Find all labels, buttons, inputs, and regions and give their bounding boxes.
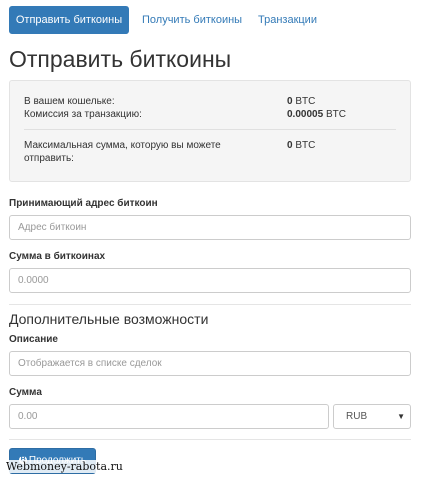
description-input[interactable]: Отображается в списке сделок	[9, 351, 411, 376]
max-amount-unit: BTC	[295, 140, 316, 151]
wallet-balance-label: В вашем кошельке:	[24, 96, 115, 107]
additional-options-title: Дополнительные возможности	[9, 311, 209, 327]
section-divider	[9, 304, 411, 305]
max-amount-value: 0 BTC	[287, 140, 315, 152]
page-title: Отправить биткоины	[9, 46, 232, 72]
summary-divider	[24, 129, 396, 130]
sum-label: Сумма	[9, 387, 42, 398]
btc-amount-label: Сумма в биткоинах	[9, 251, 106, 262]
wallet-balance-amount: 0	[287, 96, 293, 107]
tab-receive-bitcoin[interactable]: Получить биткоины	[132, 6, 252, 34]
max-amount-label-line1: Максимальная сумма, которую вы можете	[24, 140, 221, 151]
description-label: Описание	[9, 334, 58, 345]
balance-summary-panel: В вашем кошельке: 0 BTC Комиссия за тран…	[9, 80, 411, 182]
footer-divider	[9, 439, 411, 440]
currency-select[interactable]: RUB ▼	[333, 404, 411, 429]
wallet-balance-unit: BTC	[295, 96, 316, 107]
fee-amount: 0.00005	[287, 109, 324, 120]
currency-selected: RUB	[346, 411, 368, 422]
tab-transactions[interactable]: Транзакции	[248, 6, 327, 34]
max-amount: 0	[287, 140, 293, 151]
btc-amount-input[interactable]: 0.0000	[9, 268, 411, 293]
tab-bar: Отправить биткоины Получить биткоины Тра…	[0, 0, 422, 40]
address-input[interactable]: Адрес биткоин	[9, 215, 411, 240]
fee-label: Комиссия за транзакцию:	[24, 109, 142, 120]
address-label: Принимающий адрес биткоин	[9, 198, 158, 209]
sum-input[interactable]: 0.00	[9, 404, 329, 429]
fee-unit: BTC	[325, 109, 346, 120]
fee-value: 0.00005 BTC	[287, 109, 346, 121]
tab-send-bitcoin[interactable]: Отправить биткоины	[9, 6, 129, 34]
chevron-down-icon: ▼	[397, 412, 405, 421]
max-amount-label-line2: отправить:	[24, 153, 74, 164]
watermark: Webmoney-rabota.ru	[4, 460, 125, 473]
wallet-balance-value: 0 BTC	[287, 96, 315, 108]
